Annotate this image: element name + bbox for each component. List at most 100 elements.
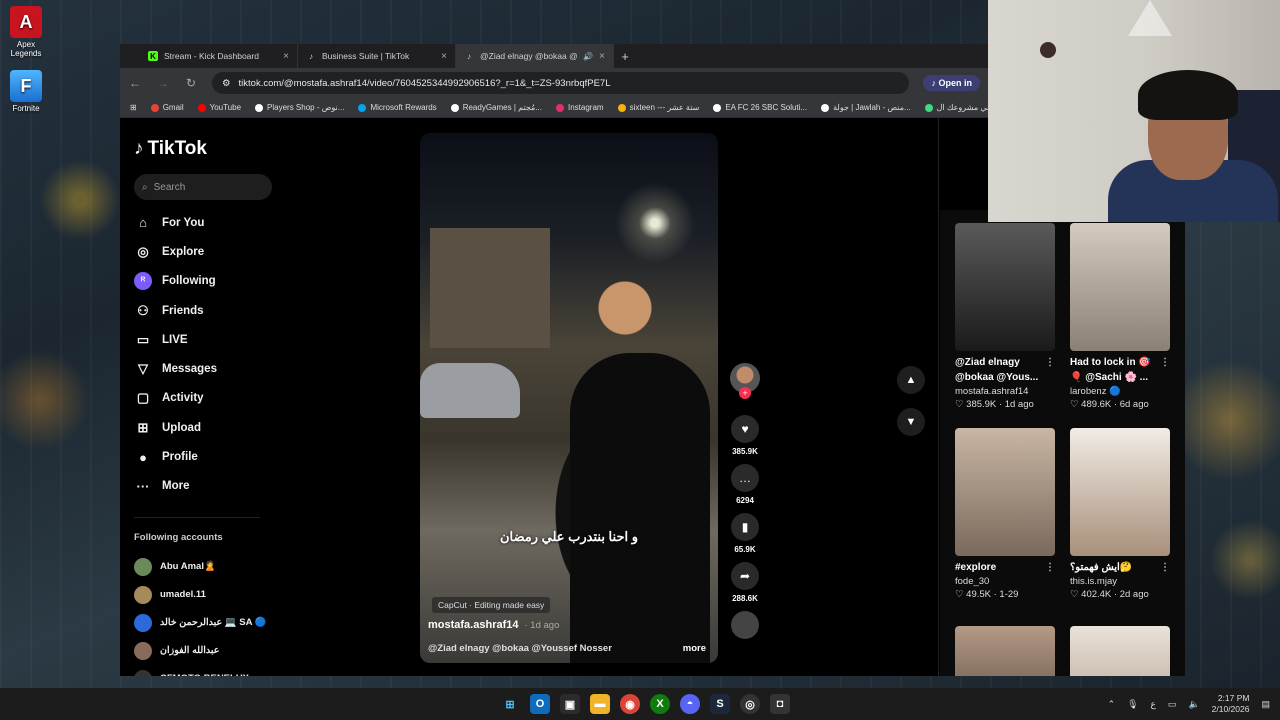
video-thumbnail[interactable] xyxy=(1070,428,1170,556)
bookmark-item[interactable]: EA FC 26 SBC Soluti... xyxy=(713,103,807,112)
tab-kick-dashboard[interactable]: K Stream - Kick Dashboard × xyxy=(140,44,298,68)
more-options-icon[interactable]: ⋮ xyxy=(1045,355,1055,370)
nav-item-live[interactable]: ▭ LIVE xyxy=(134,325,280,354)
nav-item-friends[interactable]: ⚇ Friends xyxy=(134,296,280,325)
more-options-icon[interactable]: ⋮ xyxy=(1045,560,1055,575)
app-icon[interactable]: ◘ xyxy=(770,694,790,714)
related-video-card[interactable]: #explore ⋮ fode_30 ♡ 49.5K · 1-29 xyxy=(955,428,1055,600)
following-account[interactable]: عبدالله الفوزان xyxy=(134,637,280,665)
steam-icon[interactable]: S xyxy=(710,694,730,714)
card-title[interactable]: @Ziad elnagy @bokaa @Yous... ⋮ xyxy=(955,355,1055,385)
discord-icon[interactable]: ◓ xyxy=(680,694,700,714)
nav-item-following[interactable]: ᴿ Following xyxy=(134,267,280,296)
site-info-icon[interactable]: ⚙ xyxy=(222,78,231,89)
close-tab-icon[interactable]: × xyxy=(441,51,447,62)
like-button[interactable]: ♥ 385.9K xyxy=(730,415,760,456)
related-video-card[interactable]: Had to lock in 🎯 🎈 @Sachi 🌸 ... ⋮ larobenz… xyxy=(1070,223,1170,410)
bookmark-item[interactable]: Players Shop - نوص... xyxy=(255,103,344,112)
bookmark-item[interactable]: sixteen --- ستة عشر xyxy=(617,103,699,112)
related-video-card[interactable] xyxy=(955,626,1055,676)
video-thumbnail[interactable] xyxy=(955,223,1055,351)
video-thumbnail[interactable] xyxy=(1070,626,1170,676)
card-title[interactable]: #explore ⋮ xyxy=(955,560,1055,575)
video-author[interactable]: mostafa.ashraf14 · 1d ago xyxy=(428,619,559,631)
search-input[interactable]: ⌕ Search xyxy=(134,174,272,200)
language-indicator[interactable]: ع xyxy=(1151,699,1156,710)
account-name: عبدالرحمن خالد 💻 SA 🔵 xyxy=(160,617,267,629)
new-tab-button[interactable]: + xyxy=(614,44,636,68)
sound-disc-icon[interactable] xyxy=(731,611,759,639)
nav-item-more[interactable]: ··· More xyxy=(134,472,280,501)
xbox-icon[interactable]: X xyxy=(650,694,670,714)
following-account[interactable]: Abu Amal🙎 xyxy=(134,553,280,581)
tab-business-suite[interactable]: ♪ Business Suite | TikTok × xyxy=(298,44,456,68)
bookmark-item[interactable]: Microsoft Rewards xyxy=(358,103,437,112)
related-video-card[interactable]: @Ziad elnagy @bokaa @Yous... ⋮ mostafa.ash… xyxy=(955,223,1055,410)
nav-item-upload[interactable]: ⊞ Upload xyxy=(134,413,280,442)
following-account[interactable]: CFMOTO BENELUX ... xyxy=(134,665,280,676)
speaker-icon[interactable]: 🔊 xyxy=(583,52,593,61)
nav-item-activity[interactable]: ▢ Activity xyxy=(134,384,280,413)
microphone-icon[interactable]: 🎙 xyxy=(1127,699,1138,710)
video-thumbnail[interactable] xyxy=(955,428,1055,556)
fortnite-shortcut[interactable]: F Fortnite xyxy=(6,70,46,113)
bookmark-item[interactable]: YouTube xyxy=(197,103,241,112)
bookmark-item[interactable]: جولة | Jawlah - منص... xyxy=(821,103,911,112)
bookmark-item[interactable]: ReadyGames | مُجتم... xyxy=(450,103,542,112)
start-icon[interactable]: ⊞ xyxy=(500,694,520,714)
card-title[interactable]: ايش فهمتو؟🤔 ⋮ xyxy=(1070,560,1170,575)
video-player[interactable]: و احنا بنتدرب علي رمضان CapCut · Editing… xyxy=(420,133,718,663)
more-options-icon[interactable]: ⋮ xyxy=(1160,560,1170,575)
store-icon[interactable]: ▣ xyxy=(560,694,580,714)
clock[interactable]: 2:17 PM 2/10/2026 xyxy=(1212,693,1250,715)
reload-icon[interactable]: ↻ xyxy=(184,76,198,90)
nav-item-profile[interactable]: ● Profile xyxy=(134,442,280,471)
obs-icon[interactable]: ◎ xyxy=(740,694,760,714)
close-tab-icon[interactable]: × xyxy=(283,51,289,62)
next-video-button[interactable]: ▼ xyxy=(897,408,925,436)
chrome-icon[interactable]: ◉ xyxy=(620,694,640,714)
tiktok-logo[interactable]: ♪ TikTok xyxy=(134,138,280,160)
following-account[interactable]: umadel.11 xyxy=(134,581,280,609)
outlook-icon[interactable]: O xyxy=(530,694,550,714)
bookmark-item[interactable]: Instagram xyxy=(555,103,604,112)
tab-tiktok-video[interactable]: ♪ @Ziad elnagy @bokaa @Yo 🔊 × xyxy=(456,44,614,68)
more-button[interactable]: more xyxy=(683,643,706,654)
following-account[interactable]: عبدالرحمن خالد 💻 SA 🔵 xyxy=(134,609,280,637)
volume-icon[interactable]: 🔈 xyxy=(1188,699,1199,710)
card-title[interactable]: Had to lock in 🎯 🎈 @Sachi 🌸 ... ⋮ xyxy=(1070,355,1170,385)
comment-button[interactable]: … 6294 xyxy=(730,464,760,505)
network-icon[interactable]: ▭ xyxy=(1168,699,1177,710)
notification-icon[interactable]: ▤ xyxy=(1261,699,1270,710)
more-options-icon[interactable]: ⋮ xyxy=(1160,355,1170,370)
related-video-card[interactable] xyxy=(1070,626,1170,676)
save-button[interactable]: ▮ 65.9K xyxy=(730,513,760,554)
creator-avatar[interactable]: + xyxy=(730,363,760,399)
bookmark-item[interactable]: قلي مشروعك ال... xyxy=(924,103,988,112)
forward-arrow-icon[interactable]: → xyxy=(156,76,170,90)
previous-video-button[interactable]: ▲ xyxy=(897,366,925,394)
url-input[interactable]: ⚙ tiktok.com/@mostafa.ashraf14/video/760… xyxy=(212,72,910,94)
open-in-app-button[interactable]: ♪ Open in xyxy=(923,75,980,91)
apex-legends-shortcut[interactable]: A Apex Legends xyxy=(6,6,46,58)
nav-item-for-you[interactable]: ⌂ For You xyxy=(134,208,280,237)
chevron-up-icon[interactable]: ⌃ xyxy=(1108,699,1116,710)
video-thumbnail[interactable] xyxy=(955,626,1055,676)
close-tab-icon[interactable]: × xyxy=(599,51,605,62)
video-thumbnail[interactable] xyxy=(1070,223,1170,351)
follow-plus-icon[interactable]: + xyxy=(739,387,751,399)
back-arrow-icon[interactable]: ← xyxy=(128,76,142,90)
card-author[interactable]: mostafa.ashraf14 xyxy=(955,386,1055,397)
folder-icon[interactable]: ▬ xyxy=(590,694,610,714)
card-author[interactable]: fode_30 xyxy=(955,576,1055,587)
share-button[interactable]: ➦ 288.6K xyxy=(730,562,760,603)
nav-item-explore[interactable]: ◎ Explore xyxy=(134,237,280,266)
capcut-badge[interactable]: CapCut · Editing made easy xyxy=(432,597,551,613)
apps-grid-icon[interactable]: ⊞ xyxy=(130,103,137,112)
nav-item-messages[interactable]: ▽ Messages xyxy=(134,354,280,383)
bookmark-item[interactable]: Gmail xyxy=(150,103,184,112)
card-author[interactable]: this.is.mjay xyxy=(1070,576,1170,587)
card-author[interactable]: larobenz 🔵 xyxy=(1070,386,1170,397)
related-video-card[interactable]: ايش فهمتو؟🤔 ⋮ this.is.mjay ♡ 402.4K · 2d ag… xyxy=(1070,428,1170,600)
video-description[interactable]: @Ziad elnagy @bokaa @Youssef Nosser xyxy=(428,643,612,654)
